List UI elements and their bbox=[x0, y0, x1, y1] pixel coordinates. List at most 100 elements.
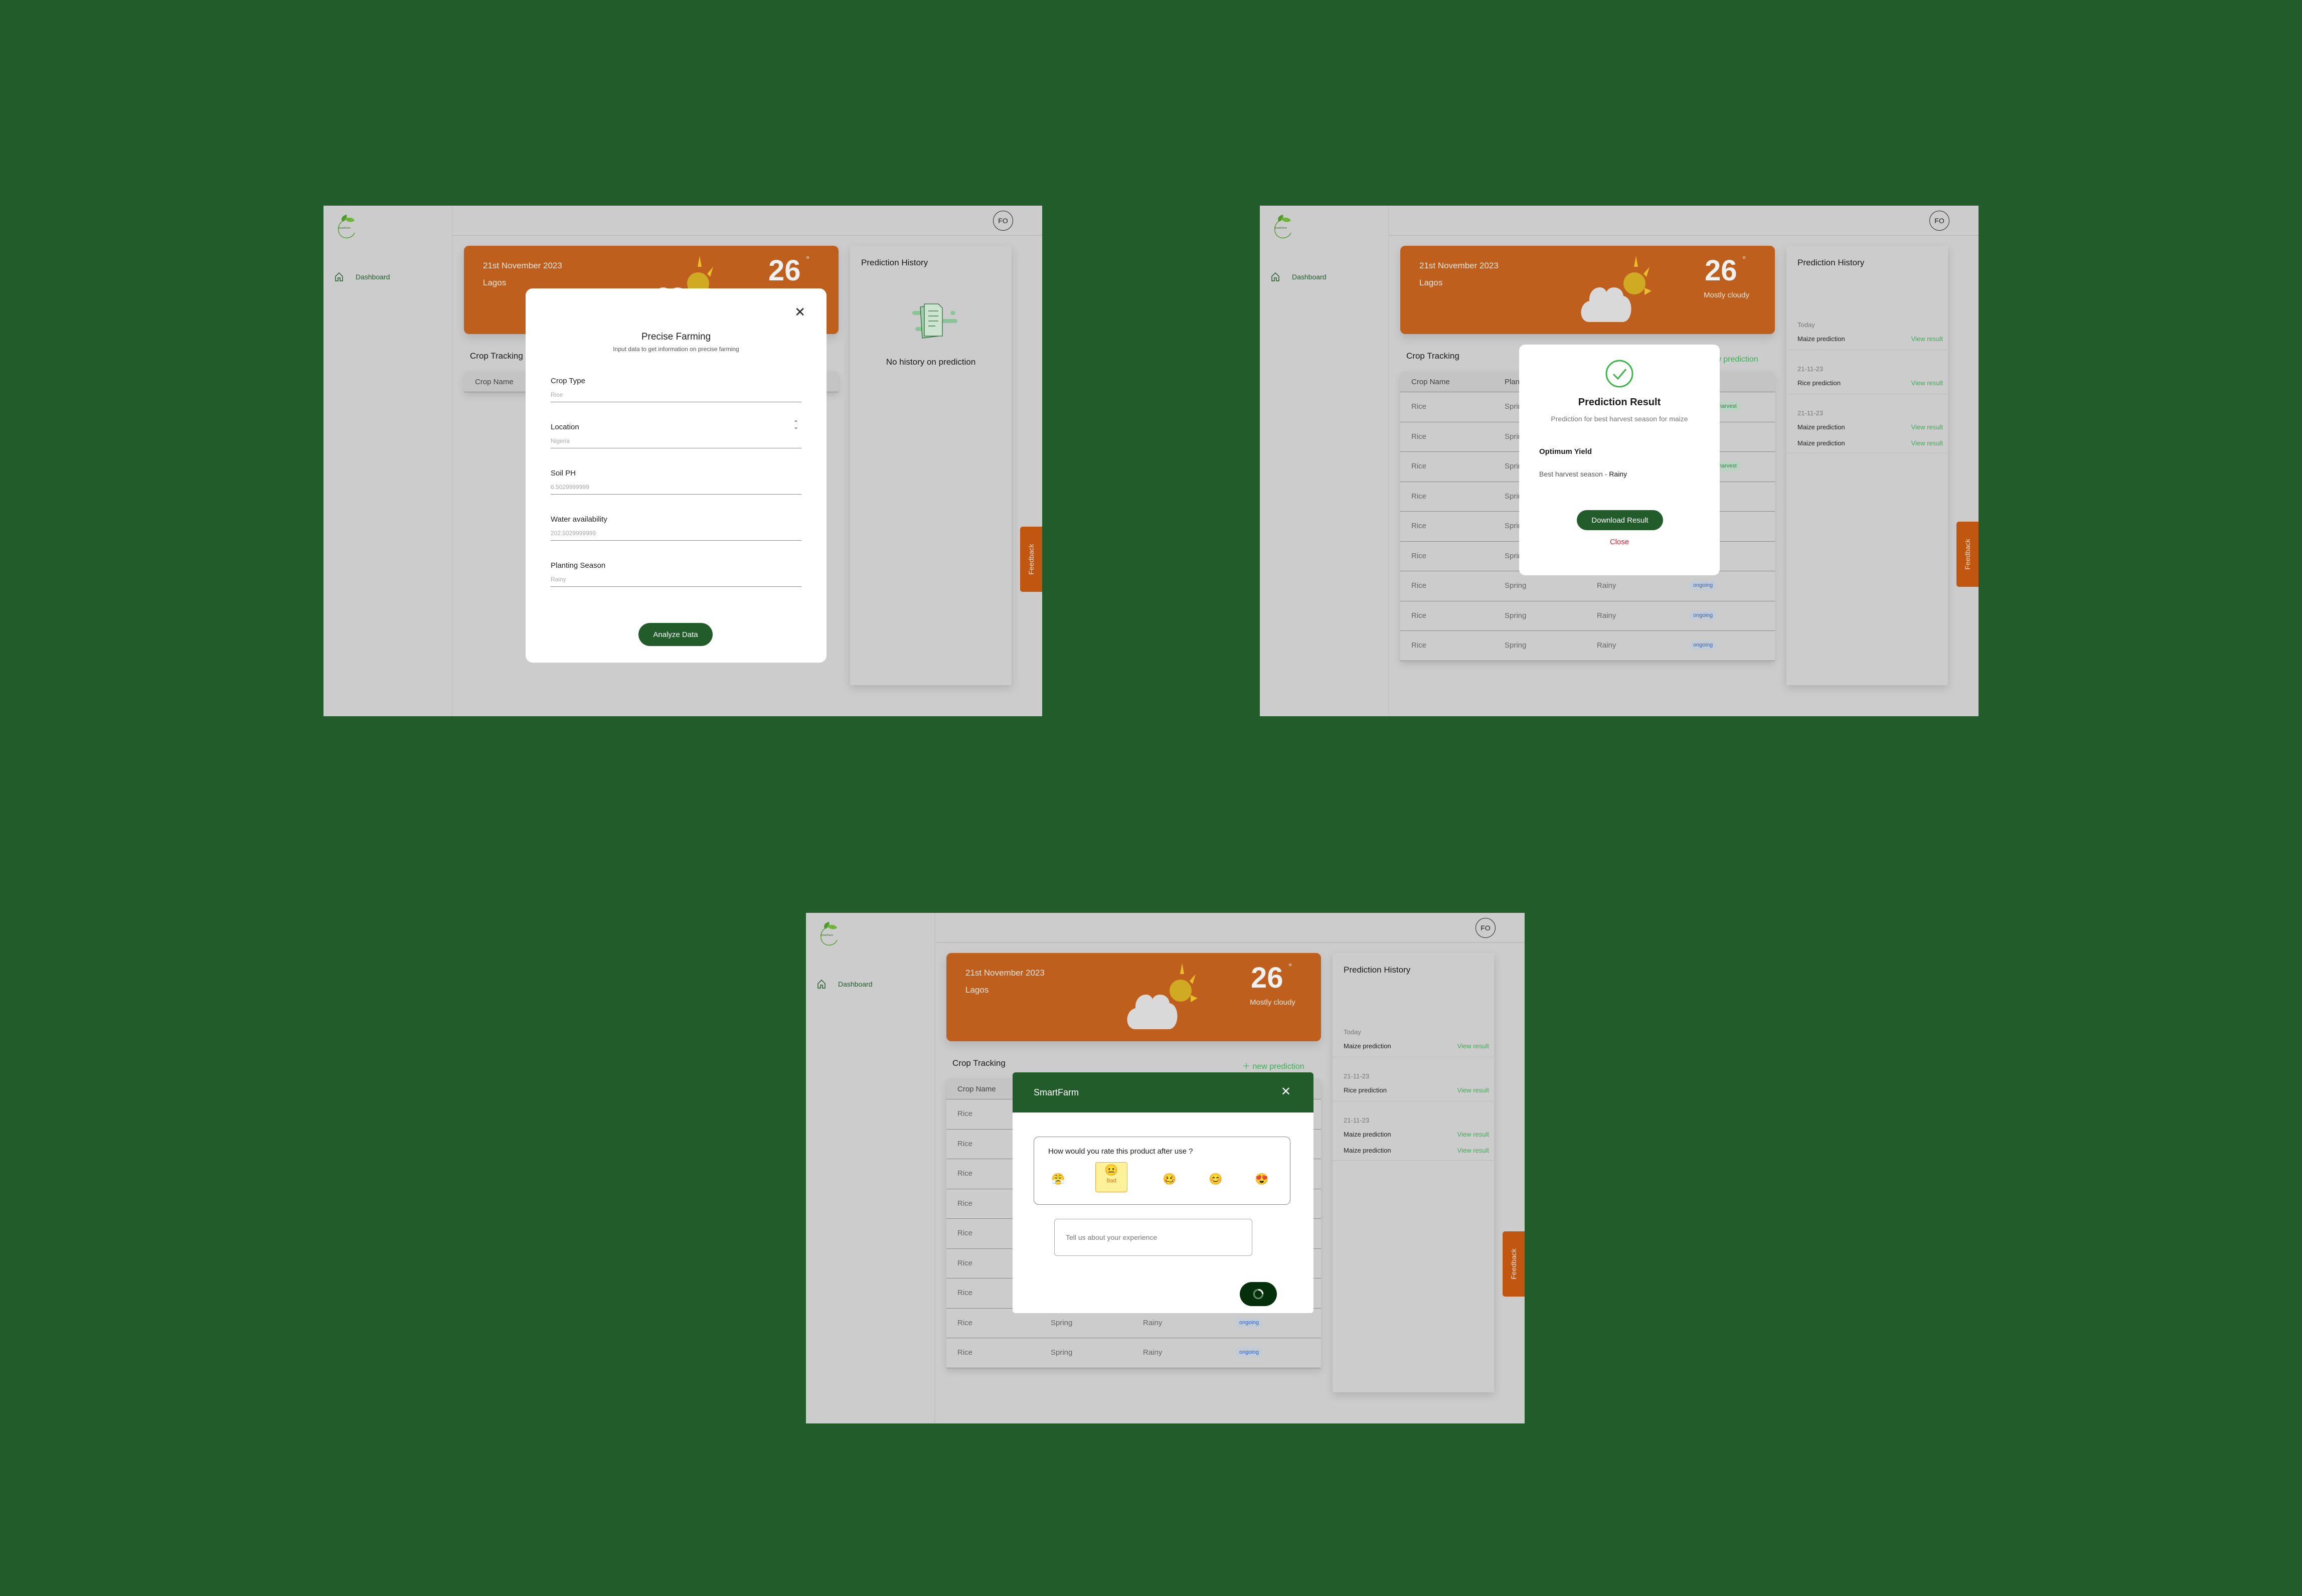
history-group-date: Today bbox=[1797, 321, 1815, 329]
cell-weather: Rainy bbox=[1143, 1318, 1163, 1327]
history-item-name: Maize prediction bbox=[1797, 423, 1845, 431]
empty-history-text: No history on prediction bbox=[886, 357, 976, 367]
view-result-link[interactable]: View result bbox=[1457, 1086, 1489, 1094]
cell-crop-name: Rice bbox=[957, 1318, 973, 1327]
history-item: Rice prediction View result bbox=[1797, 379, 1943, 387]
field-input[interactable]: 6.5029999999 bbox=[551, 484, 801, 495]
history-item: Maize prediction View result bbox=[1344, 1042, 1489, 1050]
degree-symbol: ° bbox=[806, 255, 810, 265]
sun-behind-cloud-icon bbox=[1581, 256, 1652, 322]
rating-box: How would you rate this product after us… bbox=[1034, 1137, 1290, 1205]
top-bar: FO bbox=[935, 913, 1525, 943]
smartfarm-logo: SmartFarm bbox=[338, 215, 355, 239]
rating-option-bad[interactable]: 😐 Bad bbox=[1095, 1162, 1127, 1192]
field-crop-type: Crop Type Rice bbox=[551, 377, 801, 402]
experience-input[interactable]: Tell us about your experience bbox=[1054, 1219, 1252, 1256]
sidebar-item-dashboard[interactable]: Dashboard bbox=[335, 272, 390, 282]
field-label: Planting Season bbox=[551, 561, 606, 570]
cell-weather: Rainy bbox=[1597, 641, 1616, 650]
feedback-tab[interactable]: Feedback bbox=[1503, 1231, 1525, 1297]
close-button[interactable]: Close bbox=[1519, 538, 1720, 546]
analyze-data-button[interactable]: Analyze Data bbox=[638, 623, 713, 646]
modal-title: Precise Farming bbox=[641, 332, 711, 342]
chevron-up-down-icon[interactable]: ⌃ ⌄ bbox=[793, 420, 798, 430]
weather-condition: Mostly cloudy bbox=[1704, 291, 1749, 299]
view-result-link[interactable]: View result bbox=[1911, 335, 1943, 343]
table-row[interactable]: Rice Spring Rainy ongoing bbox=[1400, 631, 1775, 661]
field-input[interactable]: Nigeria bbox=[551, 437, 801, 448]
user-avatar[interactable]: FO bbox=[993, 211, 1013, 231]
user-avatar[interactable]: FO bbox=[1929, 211, 1949, 231]
download-result-button[interactable]: Download Result bbox=[1577, 510, 1663, 530]
cell-planting-season: Spring bbox=[1505, 641, 1527, 650]
sidebar-item-dashboard[interactable]: Dashboard bbox=[817, 979, 873, 989]
history-group: 21-11-23 Rice prediction View result bbox=[1786, 350, 1948, 394]
prediction-history-panel: Prediction History No history on predict… bbox=[850, 246, 1012, 685]
table-row[interactable]: Rice Spring Rainy ongoing bbox=[946, 1338, 1321, 1368]
emoji-face-icon: 😤 bbox=[1051, 1173, 1065, 1185]
submit-feedback-button[interactable] bbox=[1240, 1282, 1277, 1306]
weather-city: Lagos bbox=[1419, 278, 1443, 287]
feedback-tab-label: Feedback bbox=[1027, 544, 1035, 575]
svg-text:SmartFarm: SmartFarm bbox=[338, 227, 351, 230]
home-icon bbox=[1271, 272, 1279, 281]
table-row[interactable]: Rice Spring Rainy ongoing bbox=[1400, 571, 1775, 601]
column-header-planting: Plan bbox=[1505, 378, 1520, 386]
cell-crop-name: Rice bbox=[1411, 462, 1427, 470]
screen-feedback: SmartFarm Dashboard FO 21st November 202… bbox=[806, 913, 1525, 1423]
view-result-link[interactable]: View result bbox=[1457, 1147, 1489, 1154]
new-prediction-link[interactable]: ＋ new prediction bbox=[1242, 1059, 1304, 1071]
column-header-crop-name: Crop Name bbox=[1411, 378, 1450, 386]
home-icon bbox=[817, 979, 826, 989]
field-label: Crop Type bbox=[551, 377, 585, 385]
cell-crop-name: Rice bbox=[957, 1289, 973, 1297]
view-result-link[interactable]: View result bbox=[1457, 1131, 1489, 1138]
close-icon[interactable]: ✕ bbox=[1281, 1084, 1291, 1099]
view-result-link[interactable]: View result bbox=[1911, 379, 1943, 387]
history-item: Maize prediction View result bbox=[1344, 1131, 1489, 1138]
top-bar: FO bbox=[453, 206, 1042, 236]
loading-spinner-icon bbox=[1253, 1289, 1264, 1300]
cell-crop-name: Rice bbox=[1411, 611, 1427, 620]
season-prefix: Best harvest season - bbox=[1539, 470, 1609, 478]
feedback-tab[interactable]: Feedback bbox=[1020, 527, 1042, 592]
prediction-history-panel: Prediction History Today Maize prediction… bbox=[1786, 246, 1948, 685]
history-item-name: Rice prediction bbox=[1344, 1086, 1387, 1094]
field-soil-ph: Soil PH 6.5029999999 bbox=[551, 469, 801, 495]
empty-document-icon bbox=[912, 303, 957, 339]
season-value: Rainy bbox=[1609, 470, 1627, 478]
field-label: Soil PH bbox=[551, 469, 576, 477]
sidebar-item-dashboard[interactable]: Dashboard bbox=[1271, 272, 1327, 282]
history-item: Maize prediction View result bbox=[1797, 335, 1943, 343]
history-item-name: Maize prediction bbox=[1344, 1131, 1391, 1138]
rating-option-good[interactable]: 😊 bbox=[1206, 1169, 1226, 1193]
feedback-modal-title: SmartFarm bbox=[1034, 1087, 1079, 1097]
field-input[interactable]: Rice bbox=[551, 391, 801, 402]
modal-title: Prediction Result bbox=[1578, 397, 1661, 408]
view-result-link[interactable]: View result bbox=[1457, 1042, 1489, 1050]
weather-card: 21st November 2023 Lagos 26 ° Mostly clo… bbox=[946, 953, 1321, 1041]
history-group: 21-11-23 Maize prediction View result Maize… bbox=[1333, 1101, 1494, 1161]
rating-option-okay[interactable]: 🥴 bbox=[1160, 1169, 1180, 1193]
history-item-name: Maize prediction bbox=[1797, 439, 1845, 447]
history-item-name: Maize prediction bbox=[1344, 1042, 1391, 1050]
cell-crop-name: Rice bbox=[957, 1258, 973, 1267]
field-input[interactable]: 202.5029999999 bbox=[551, 530, 801, 541]
sidebar: SmartFarm Dashboard bbox=[323, 206, 453, 716]
user-avatar[interactable]: FO bbox=[1475, 918, 1496, 938]
cell-crop-name: Rice bbox=[957, 1109, 973, 1118]
feedback-tab[interactable]: Feedback bbox=[1956, 522, 1979, 587]
view-result-link[interactable]: View result bbox=[1911, 439, 1943, 447]
view-result-link[interactable]: View result bbox=[1911, 423, 1943, 431]
field-input[interactable]: Rainy bbox=[551, 576, 801, 587]
rating-option-terrible[interactable]: 😤 bbox=[1048, 1169, 1068, 1193]
feedback-modal-header: SmartFarm ✕ bbox=[1013, 1072, 1313, 1112]
close-icon[interactable]: ✕ bbox=[794, 304, 805, 320]
table-row[interactable]: Rice Spring Rainy ongoing bbox=[1400, 601, 1775, 631]
rating-question: How would you rate this product after us… bbox=[1048, 1147, 1193, 1156]
history-item: Maize prediction View result bbox=[1797, 439, 1943, 447]
history-item-name: Rice prediction bbox=[1797, 379, 1841, 387]
smartfarm-logo: SmartFarm bbox=[1274, 215, 1291, 239]
rating-option-amazing[interactable]: 😍 bbox=[1252, 1169, 1272, 1193]
field-location: Location Nigeria ⌃ ⌄ bbox=[551, 420, 801, 448]
